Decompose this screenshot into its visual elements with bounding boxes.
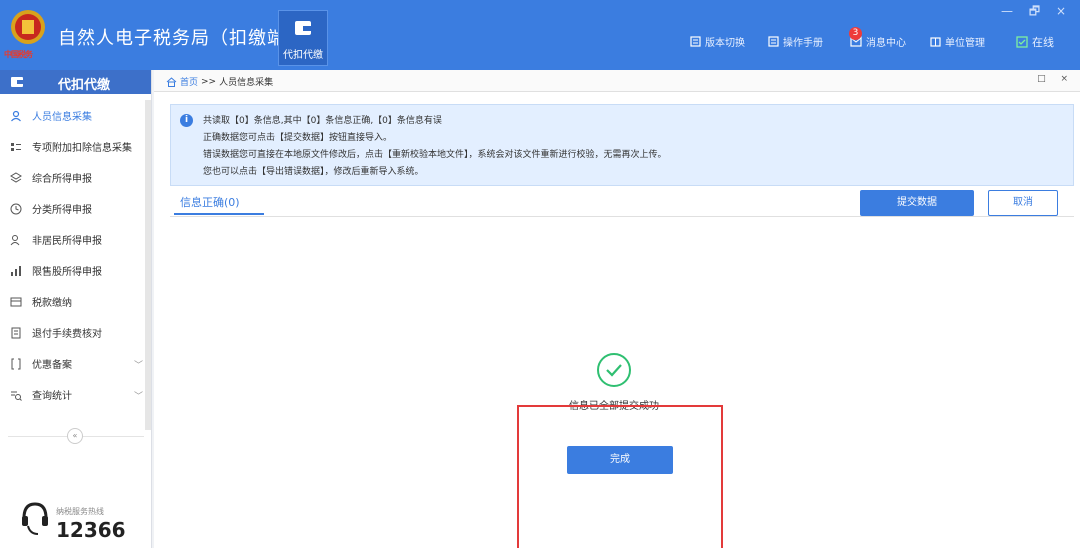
main-content: 首页 >> 人员信息采集 □ × i 共读取【0】条信息,其中【0】条信息正确,… [154,70,1080,548]
headset-icon [22,502,48,535]
nav-company-manage[interactable]: 单位管理 [930,34,985,49]
submit-data-button[interactable]: 提交数据 [860,190,974,216]
nav-label: 在线 [1032,36,1054,49]
nav-message-center[interactable]: 3 消息中心 [849,27,906,49]
company-icon [930,37,941,47]
collapse-sidebar-button[interactable]: « [67,428,83,444]
tax-emblem-icon [11,10,45,44]
wallet-module-icon [295,21,311,35]
highlight-frame [517,405,723,548]
nav-version-switch[interactable]: 版本切换 [690,34,745,49]
breadcrumb-current: 人员信息采集 [219,78,274,88]
tab-active-indicator [174,213,264,215]
version-icon [690,36,701,47]
home-icon [166,76,177,87]
app-header: 中国税务 自然人电子税务局（扣缴端） 代扣代缴 — 🗗 × 版本切换 操作手册 … [0,0,1080,70]
sidebar-header: 代扣代缴 [0,70,151,94]
wallet-icon [10,297,22,306]
notice-line: 正确数据您可点击【提交数据】按钮直接导入。 [203,133,393,143]
message-badge: 3 [849,27,862,40]
online-icon [1016,36,1028,48]
app-title: 自然人电子税务局（扣缴端） [58,28,305,49]
divider [170,216,1074,217]
sidebar-title: 代扣代缴 [58,78,111,93]
sidebar-item-label: 人员信息采集 [32,112,92,123]
sidebar-item-label: 税款缴纳 [32,298,72,309]
layers-icon [10,171,22,183]
sidebar-item-label: 专项附加扣除信息采集 [32,143,132,154]
tab-correct-info[interactable]: 信息正确(0) [180,194,240,210]
sidebar-item-comprehensive-income[interactable]: 综合所得申报 [0,162,151,193]
breadcrumb-home-link[interactable]: 首页 [180,75,198,88]
nav-online-status[interactable]: 在线 [1016,34,1054,50]
sidebar-item-special-deduction[interactable]: 专项附加扣除信息采集 [0,131,151,162]
nav-label: 单位管理 [945,38,985,49]
sidebar-item-preferential-filing[interactable]: 优惠备案 ﹀ [0,348,151,379]
sidebar-item-label: 查询统计 [32,391,72,402]
nav-label: 版本切换 [705,38,745,49]
bar-chart-icon [11,265,21,276]
chevron-down-icon: ﹀ [133,392,143,402]
sidebar-item-restricted-stock[interactable]: 限售股所得申报 [0,255,151,286]
wallet-icon [11,77,23,87]
sidebar-item-label: 综合所得申报 [32,174,92,185]
cancel-button[interactable]: 取消 [988,190,1058,216]
sidebar-item-label: 非居民所得申报 [32,236,102,247]
logo-subtitle: 中国税务 [4,50,33,59]
check-circle-icon [597,353,631,387]
tab-window-controls[interactable]: □ × [1037,74,1074,84]
import-result-notice: i 共读取【0】条信息,其中【0】条信息正确,【0】条信息有误 正确数据您可点击… [170,104,1074,186]
window-controls[interactable]: — 🗗 × [1001,2,1072,23]
sidebar-item-non-resident[interactable]: 非居民所得申报 [0,224,151,255]
person-icon [11,110,21,121]
sidebar-item-label: 限售股所得申报 [32,267,102,278]
info-icon: i [180,114,193,127]
notice-line: 错误数据您可直接在本地原文件修改后，点击【重新校验本地文件】，系统会对该文件重新… [203,150,667,160]
sidebar-item-person-info[interactable]: 人员信息采集 [0,100,151,131]
nav-label: 操作手册 [783,38,823,49]
nav-manual[interactable]: 操作手册 [768,34,823,49]
sidebar-item-classified-income[interactable]: 分类所得申报 [0,193,151,224]
bracket-icon [11,358,21,369]
sidebar-item-label: 退付手续费核对 [32,329,102,340]
sidebar-menu: 人员信息采集 专项附加扣除信息采集 综合所得申报 分类所得申报 非居民所得申报 … [0,100,151,410]
breadcrumb: 首页 >> 人员信息采集 [166,75,273,88]
module-daikou-button[interactable]: 代扣代缴 [278,10,328,66]
document-icon [11,327,21,338]
notice-line: 您也可以点击【导出错误数据】，修改后重新导入系统。 [203,167,424,177]
breadcrumb-bar: 首页 >> 人员信息采集 □ × [154,70,1080,92]
user-outline-icon [10,234,20,245]
sidebar-item-refund-fee[interactable]: 退付手续费核对 [0,317,151,348]
nav-label: 消息中心 [866,38,906,49]
list-icon [11,142,21,151]
sidebar-item-label: 优惠备案 [32,360,72,371]
query-icon [11,391,22,401]
sidebar-item-label: 分类所得申报 [32,205,92,216]
hotline-number: 12366 [56,518,126,542]
chevron-down-icon: ﹀ [133,361,143,371]
clock-icon [10,203,22,214]
sidebar: 代扣代缴 人员信息采集 专项附加扣除信息采集 综合所得申报 分类所得申报 非居民… [0,70,152,548]
sidebar-item-query-stats[interactable]: 查询统计 ﹀ [0,379,151,410]
notice-line: 共读取【0】条信息,其中【0】条信息正确,【0】条信息有误 [203,116,442,126]
module-label: 代扣代缴 [283,50,323,61]
manual-icon [768,36,779,47]
sidebar-item-tax-payment[interactable]: 税款缴纳 [0,286,151,317]
breadcrumb-separator: >> [201,76,217,87]
hotline-label: 纳税服务热线 [56,507,104,516]
sidebar-scrollbar[interactable] [145,100,151,430]
